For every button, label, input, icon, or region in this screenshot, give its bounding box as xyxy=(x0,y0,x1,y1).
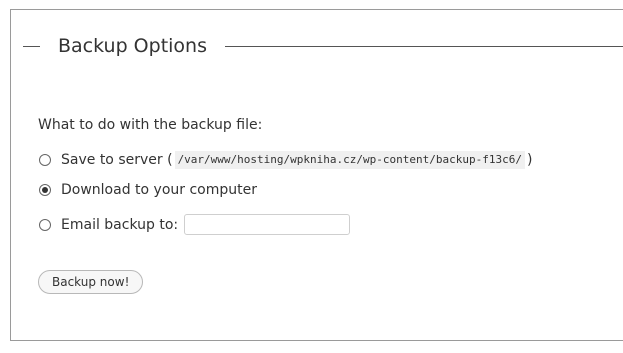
section-title: Backup Options xyxy=(40,32,225,60)
download-label: Download to your computer xyxy=(61,182,257,198)
email-input[interactable] xyxy=(184,214,351,235)
save-to-server-radio[interactable] xyxy=(39,154,51,166)
save-to-server-option[interactable]: Save to server ( /var/www/hosting/wpknih… xyxy=(39,151,532,169)
save-to-server-label-suffix: ) xyxy=(526,152,533,168)
email-label: Email backup to: xyxy=(61,216,179,233)
backup-question: What to do with the backup file: xyxy=(38,117,263,133)
download-radio[interactable] xyxy=(39,184,51,196)
save-to-server-label: Save to server ( xyxy=(61,152,173,168)
email-radio[interactable] xyxy=(39,218,51,231)
backup-now-button[interactable]: Backup now! xyxy=(38,270,144,294)
download-option[interactable]: Download to your computer xyxy=(39,181,257,199)
email-option[interactable]: Email backup to: xyxy=(39,214,351,235)
server-path: /var/www/hosting/wpkniha.cz/wp-content/b… xyxy=(174,151,525,169)
